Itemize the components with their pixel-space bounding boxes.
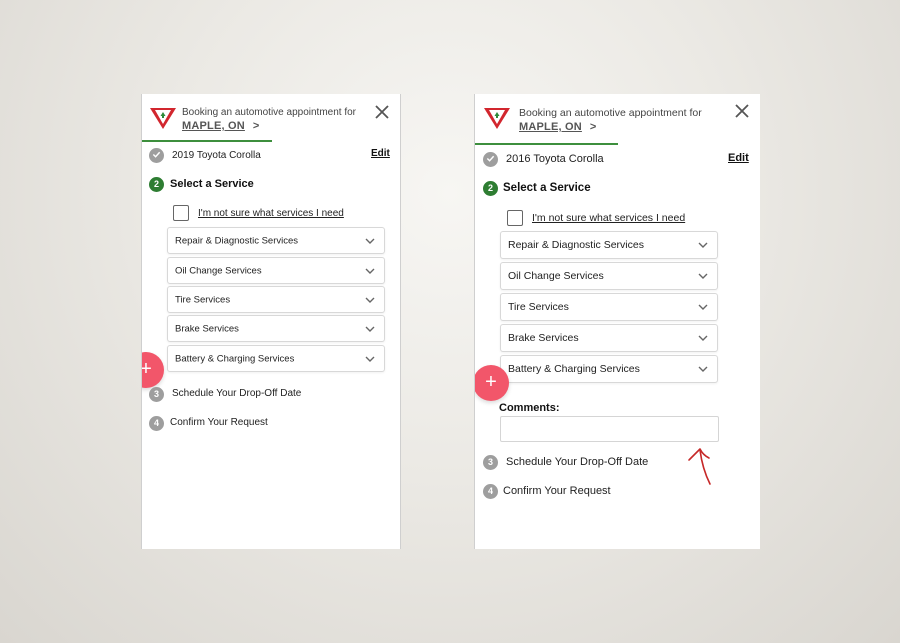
step-4-badge: 4 (149, 416, 164, 431)
unsure-services-checkbox[interactable] (507, 210, 523, 226)
vehicle-label: 2016 Toyota Corolla (506, 153, 604, 165)
service-dropdown-tire[interactable]: Tire Services (167, 286, 385, 313)
chevron-down-icon (698, 335, 708, 341)
location-link[interactable]: MAPLE, ON > (519, 121, 596, 133)
service-label: Oil Change Services (175, 265, 262, 276)
location-name: MAPLE, ON (519, 121, 582, 133)
add-fab-button[interactable]: + (475, 365, 509, 401)
location-arrow: > (589, 121, 597, 133)
close-icon[interactable] (374, 104, 390, 120)
service-dropdown-battery[interactable]: Battery & Charging Services (500, 355, 718, 383)
step-2-badge: 2 (483, 181, 498, 196)
edit-vehicle-link[interactable]: Edit (371, 148, 390, 159)
service-dropdown-battery[interactable]: Battery & Charging Services (167, 345, 385, 372)
booking-header: Booking an automotive appointment for MA… (475, 94, 760, 145)
booking-text: Booking an automotive appointment for (182, 107, 356, 118)
edit-vehicle-link[interactable]: Edit (728, 152, 749, 164)
comments-label: Comments: (499, 402, 560, 414)
service-dropdown-brake[interactable]: Brake Services (167, 315, 385, 342)
chevron-down-icon (698, 366, 708, 372)
unsure-services-link[interactable]: I'm not sure what services I need (198, 208, 344, 219)
step-2-badge: 2 (149, 177, 164, 192)
unsure-services-link[interactable]: I'm not sure what services I need (532, 212, 685, 224)
location-link[interactable]: MAPLE, ON > (182, 120, 259, 132)
service-label: Oil Change Services (508, 270, 604, 282)
chevron-down-icon (365, 238, 375, 244)
service-label: Battery & Charging Services (175, 353, 295, 364)
step-complete-check-icon (483, 152, 498, 167)
close-icon[interactable] (734, 103, 750, 119)
chevron-down-icon (365, 268, 375, 274)
booking-header: Booking an automotive appointment for MA… (142, 94, 400, 144)
step-4-badge: 4 (483, 484, 498, 499)
header-divider (475, 143, 618, 145)
service-label: Tire Services (175, 294, 231, 305)
header-divider (142, 140, 272, 142)
step-4-label: Confirm Your Request (503, 485, 611, 497)
booking-panel-original: Booking an automotive appointment for MA… (141, 94, 401, 549)
unsure-services-checkbox[interactable] (173, 205, 189, 221)
canadian-tire-logo-icon (484, 106, 510, 130)
service-dropdown-oil-change[interactable]: Oil Change Services (500, 262, 718, 290)
service-label: Tire Services (508, 301, 569, 313)
comments-field[interactable] (500, 416, 719, 442)
step-3-badge: 3 (149, 387, 164, 402)
chevron-down-icon (698, 304, 708, 310)
service-dropdown-repair[interactable]: Repair & Diagnostic Services (500, 231, 718, 259)
service-label: Brake Services (175, 323, 239, 334)
step-2-title: Select a Service (170, 178, 254, 190)
chevron-down-icon (698, 273, 708, 279)
add-fab-button[interactable]: + (142, 352, 164, 388)
location-arrow: > (252, 120, 260, 132)
service-label: Brake Services (508, 332, 579, 344)
service-dropdown-repair[interactable]: Repair & Diagnostic Services (167, 227, 385, 254)
service-dropdown-brake[interactable]: Brake Services (500, 324, 718, 352)
service-dropdown-tire[interactable]: Tire Services (500, 293, 718, 321)
annotation-arrow-icon (684, 444, 718, 488)
location-name: MAPLE, ON (182, 120, 245, 132)
step-4-label: Confirm Your Request (170, 417, 268, 428)
step-complete-check-icon (149, 148, 164, 163)
chevron-down-icon (365, 356, 375, 362)
service-label: Repair & Diagnostic Services (508, 239, 644, 251)
service-dropdown-oil-change[interactable]: Oil Change Services (167, 257, 385, 284)
vehicle-label: 2019 Toyota Corolla (172, 150, 261, 161)
step-3-label: Schedule Your Drop-Off Date (172, 388, 302, 399)
service-label: Battery & Charging Services (508, 363, 640, 375)
step-2-title: Select a Service (503, 182, 591, 194)
chevron-down-icon (365, 326, 375, 332)
canadian-tire-logo-icon (150, 106, 176, 130)
chevron-down-icon (365, 297, 375, 303)
booking-text: Booking an automotive appointment for (519, 107, 702, 119)
service-label: Repair & Diagnostic Services (175, 235, 299, 246)
step-3-label: Schedule Your Drop-Off Date (506, 456, 649, 468)
chevron-down-icon (698, 242, 708, 248)
step-3-badge: 3 (483, 455, 498, 470)
